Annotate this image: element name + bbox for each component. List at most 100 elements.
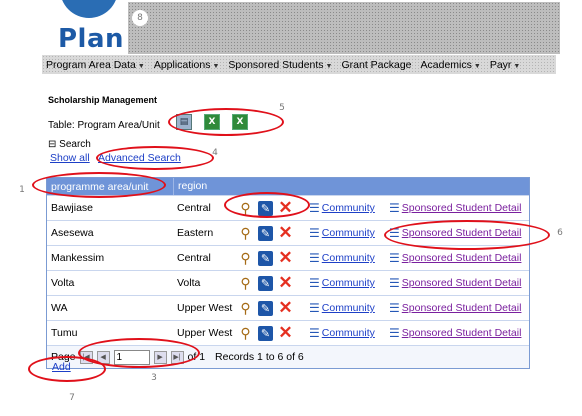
edit-icon[interactable]: ✎ — [258, 300, 273, 316]
cell-region: Upper West — [177, 327, 233, 339]
last-page-button[interactable]: ▶| — [170, 350, 184, 364]
prev-page-button[interactable]: ◀ — [96, 350, 110, 364]
cell-region: Volta — [177, 277, 201, 289]
collapse-icon: ⊟ — [48, 139, 57, 150]
sponsored-student-detail-link[interactable]: Sponsored Student Detail — [402, 327, 522, 339]
sponsored-cell: ☰ Sponsored Student Detail — [389, 226, 529, 240]
view-icon[interactable]: ⚲ — [237, 325, 254, 342]
community-cell: ☰ Community — [309, 226, 389, 240]
page-number-input[interactable] — [113, 349, 150, 365]
export-toolbar: ▤ X X — [176, 114, 248, 130]
row-actions: ⚲ ✎ ✕ — [237, 198, 309, 217]
sponsored-cell: ☰ Sponsored Student Detail — [389, 301, 529, 315]
community-cell: ☰ Community — [309, 326, 389, 340]
cell-region: Central — [177, 202, 211, 214]
tree-icon: ☰ — [309, 226, 320, 240]
sponsored-student-detail-link[interactable]: Sponsored Student Detail — [402, 202, 522, 214]
logo-circle — [60, 0, 118, 18]
next-page-button[interactable]: ▶ — [153, 350, 167, 364]
tree-icon: ☰ — [309, 201, 320, 215]
search-toggle[interactable]: ⊟ Search — [48, 139, 91, 150]
sponsored-student-detail-link[interactable]: Sponsored Student Detail — [402, 302, 522, 314]
community-link[interactable]: Community — [322, 202, 375, 214]
callout-marker: 5 — [274, 100, 290, 116]
sponsored-student-detail-link[interactable]: Sponsored Student Detail — [402, 252, 522, 264]
view-icon[interactable]: ⚲ — [237, 275, 254, 292]
column-header-programme-area[interactable]: programme area/unit — [47, 181, 173, 193]
chevron-down-icon: ▼ — [473, 62, 481, 70]
view-icon[interactable]: ⚲ — [237, 300, 254, 317]
callout-marker: 4 — [207, 145, 223, 161]
edit-icon[interactable]: ✎ — [258, 200, 273, 216]
delete-icon[interactable]: ✕ — [277, 273, 294, 292]
tree-icon: ☰ — [309, 276, 320, 290]
sponsored-cell: ☰ Sponsored Student Detail — [389, 326, 529, 340]
cell-region: Upper West — [177, 302, 233, 314]
delete-icon[interactable]: ✕ — [277, 198, 294, 217]
table-label: Table: Program Area/Unit — [48, 120, 160, 131]
header-banner: Plan — [0, 0, 582, 54]
community-cell: ☰ Community — [309, 251, 389, 265]
row-actions: ⚲ ✎ ✕ — [237, 223, 309, 242]
cell-programme-area: Tumu — [51, 327, 78, 339]
excel-export-all-icon[interactable]: X — [232, 114, 248, 130]
delete-icon[interactable]: ✕ — [277, 298, 294, 317]
community-link[interactable]: Community — [322, 277, 375, 289]
delete-icon[interactable]: ✕ — [277, 323, 294, 342]
program-area-table: programme area/unit region Bawjiase Centr… — [46, 177, 530, 369]
page-count: of 1 — [187, 351, 206, 363]
table-row: Tumu Upper West ⚲ ✎ ✕ ☰ Community ☰ Sponsored St… — [47, 320, 529, 345]
community-link[interactable]: Community — [322, 227, 375, 239]
view-icon[interactable]: ⚲ — [237, 225, 254, 242]
show-all-link[interactable]: Show all — [50, 152, 90, 164]
row-actions: ⚲ ✎ ✕ — [237, 273, 309, 292]
cell-programme-area: Volta — [51, 277, 75, 289]
sponsored-student-detail-link[interactable]: Sponsored Student Detail — [402, 277, 522, 289]
menu-program-area-data[interactable]: Program Area Data ▼ — [42, 59, 150, 71]
edit-icon[interactable]: ✎ — [258, 325, 273, 341]
edit-icon[interactable]: ✎ — [258, 225, 273, 241]
cell-region: Eastern — [177, 227, 214, 239]
tree-icon: ☰ — [309, 301, 320, 315]
community-link[interactable]: Community — [322, 302, 375, 314]
community-cell: ☰ Community — [309, 301, 389, 315]
cell-region: Central — [177, 252, 211, 264]
tree-icon: ☰ — [389, 201, 400, 215]
column-header-region[interactable]: region — [173, 178, 238, 195]
community-link[interactable]: Community — [322, 327, 375, 339]
print-icon[interactable]: ▤ — [176, 114, 192, 130]
cell-programme-area: WA — [51, 302, 68, 314]
tree-icon: ☰ — [389, 276, 400, 290]
edit-icon[interactable]: ✎ — [258, 250, 273, 266]
view-icon[interactable]: ⚲ — [237, 250, 254, 267]
menu-payroll[interactable]: Payr ▼ — [486, 59, 526, 71]
menu-applications[interactable]: Applications ▼ — [150, 59, 225, 71]
edit-icon[interactable]: ✎ — [258, 275, 273, 291]
main-menu-bar: Program Area Data ▼ Applications ▼ Sponsor… — [42, 55, 556, 74]
menu-academics[interactable]: Academics ▼ — [417, 59, 486, 71]
page-title: Scholarship Management — [48, 95, 158, 105]
menu-sponsored-students[interactable]: Sponsored Students ▼ — [224, 59, 337, 71]
menu-grant-package[interactable]: Grant Package — [337, 59, 416, 71]
callout-marker: 3 — [146, 370, 162, 386]
excel-export-icon[interactable]: X — [204, 114, 220, 130]
chevron-down-icon: ▼ — [325, 62, 333, 70]
add-record-link[interactable]: Add — [52, 361, 71, 373]
community-cell: ☰ Community — [309, 201, 389, 215]
cell-programme-area: Bawjiase — [51, 202, 94, 214]
view-icon[interactable]: ⚲ — [237, 200, 254, 217]
delete-icon[interactable]: ✕ — [277, 223, 294, 242]
row-actions: ⚲ ✎ ✕ — [237, 298, 309, 317]
pager: Page |◀ ◀ ▶ ▶| of 1 Records 1 to 6 of 6 — [47, 345, 529, 368]
row-actions: ⚲ ✎ ✕ — [237, 248, 309, 267]
banner-pattern — [128, 2, 560, 54]
first-page-button[interactable]: |◀ — [79, 350, 93, 364]
advanced-search-link[interactable]: Advanced Search — [98, 152, 181, 164]
callout-marker: 8 — [132, 10, 148, 26]
tree-icon: ☰ — [389, 326, 400, 340]
community-cell: ☰ Community — [309, 276, 389, 290]
sponsored-student-detail-link[interactable]: Sponsored Student Detail — [402, 227, 522, 239]
delete-icon[interactable]: ✕ — [277, 248, 294, 267]
community-link[interactable]: Community — [322, 252, 375, 264]
tree-icon: ☰ — [309, 326, 320, 340]
